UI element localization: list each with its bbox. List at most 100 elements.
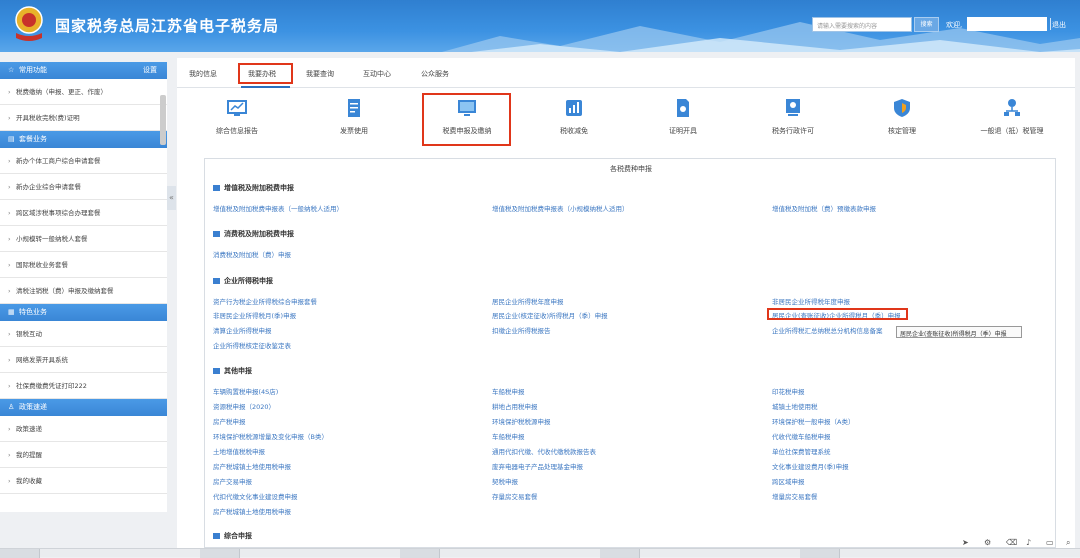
collapse-sidebar-button[interactable]: « [167, 186, 176, 210]
sidebar-item[interactable]: › 开具税收完税(费)证明 [0, 105, 167, 131]
sidebar-item[interactable]: › 网络发票开具系统 [0, 347, 167, 373]
sidebar-item[interactable]: › 新办企业综合申请套餐 [0, 174, 167, 200]
filing-link[interactable]: 非居民企业所得税月(季)申报 [213, 310, 296, 320]
filing-link[interactable]: 单位社保费管理系统 [772, 446, 831, 456]
speaker-icon[interactable]: ♪ [1026, 538, 1031, 547]
section-label: 综合申报 [224, 532, 252, 540]
sidebar-item[interactable]: › 小规模转一般纳税人套餐 [0, 226, 167, 252]
sidebar-header-bundle[interactable]: ▤ 套餐业务 [0, 131, 167, 148]
filing-link[interactable]: 环境保护税税源申报 [492, 416, 551, 426]
filing-link[interactable]: 契税申报 [492, 476, 518, 486]
highlight-box [422, 93, 511, 146]
sidebar-header-special[interactable]: ▦ 特色业务 [0, 304, 167, 321]
tile-assessment[interactable]: 核定管理 [857, 98, 947, 136]
bullet-icon: › [8, 235, 11, 243]
sidebar-item-label: 开具税收完税(费)证明 [16, 114, 80, 122]
filing-link[interactable]: 耕地占用税申报 [492, 401, 538, 411]
bullet-icon: › [8, 477, 11, 485]
filing-link[interactable]: 环境保护税税源增量及变化申报（B类） [213, 431, 328, 441]
filing-link[interactable]: 房产税申报 [213, 416, 246, 426]
filing-link[interactable]: 废弃电器电子产品处理基金申报 [492, 461, 583, 471]
search-button[interactable]: 搜索 [914, 17, 939, 32]
tile-refund[interactable]: 一般退（抵）税管理 [967, 98, 1057, 136]
username-display [967, 17, 1047, 31]
filing-link[interactable]: 存量房交易套餐 [492, 491, 538, 501]
filing-link[interactable]: 车船税申报 [492, 431, 525, 441]
tab-query[interactable]: 我要查询 [306, 69, 334, 79]
filing-link[interactable]: 增值税及附加税费申报表（小规模纳税人适用） [492, 203, 629, 213]
sidebar-item[interactable]: › 税费缴纳（申报、更正、作废） [0, 79, 167, 105]
sidebar-item[interactable]: › 社保费缴费凭证打印222 [0, 373, 167, 399]
sidebar-item[interactable]: › 清税注销税（费）申报及缴纳套餐 [0, 278, 167, 304]
tile-admin-license[interactable]: 税务行政许可 [748, 98, 838, 136]
filing-link[interactable]: 消费税及附加税（费）申报 [213, 249, 291, 259]
section-title: 其他申报 [213, 366, 252, 376]
sidebar-item[interactable]: › 跨区域涉税事项综合办理套餐 [0, 200, 167, 226]
function-tiles: 综合信息报告 发票使用 税费申报及缴纳 税收减免 证明开具 税务行政许可 核定管… [177, 88, 1075, 158]
filing-link[interactable]: 城镇土地使用税 [772, 401, 818, 411]
sidebar-item-label: 国际税收业务套餐 [16, 261, 68, 269]
filing-link[interactable]: 车辆购置税申报(4S店) [213, 386, 278, 396]
filing-link[interactable]: 代扣代缴文化事业建设费申报 [213, 491, 298, 501]
sidebar-item-label: 税费缴纳（申报、更正、作废） [16, 88, 107, 96]
settings-link[interactable]: 设置 [143, 62, 157, 79]
tax-filing-panel: 各税费种申报 增值税及附加税费申报 增值税及附加税费申报表（一般纳税人适用） 增… [204, 158, 1056, 548]
filing-link[interactable]: 清算企业所得税申报 [213, 325, 272, 335]
trash-icon[interactable]: ⌫ [1006, 538, 1017, 547]
invoice-icon [348, 99, 360, 117]
filing-link[interactable]: 非居民企业所得税年度申报 [772, 296, 850, 306]
bullet-icon: › [8, 356, 11, 364]
tab-public-service[interactable]: 公众服务 [421, 69, 449, 79]
site-title: 国家税务总局江苏省电子税务局 [55, 17, 280, 35]
sidebar-item[interactable]: › 国际税收业务套餐 [0, 252, 167, 278]
filing-link[interactable]: 车船税申报 [492, 386, 525, 396]
sidebar-scrollbar[interactable] [160, 95, 166, 145]
sidebar-item[interactable]: › 我的收藏 [0, 468, 167, 494]
filing-link[interactable]: 房产交易申报 [213, 476, 252, 486]
tile-tax-relief[interactable]: 税收减免 [529, 98, 619, 136]
tile-info-report[interactable]: 综合信息报告 [192, 98, 282, 136]
tile-certificate[interactable]: 证明开具 [638, 98, 728, 136]
filing-link[interactable]: 土地增值税税申报 [213, 446, 265, 456]
panel-title: 各税费种申报 [610, 165, 652, 173]
filing-link[interactable]: 增值税及附加税（费）预缴表款申报 [772, 203, 876, 213]
top-header: 国家税务总局江苏省电子税务局 请输入需要搜索的内容 搜索 欢迎, 退出 [0, 0, 1080, 52]
filing-link[interactable]: 跨区域申报 [772, 476, 805, 486]
sidebar-header-common[interactable]: ☆ 常用功能 设置 [0, 62, 167, 79]
bullet-icon: › [8, 88, 11, 96]
settings-icon[interactable]: ⚙ [984, 538, 991, 547]
filing-link[interactable]: 资产行为税企业所得税综合申报套餐 [213, 296, 317, 306]
search-input[interactable]: 请输入需要搜索的内容 [812, 17, 912, 32]
filing-link[interactable]: 代收代缴车船税申报 [772, 431, 831, 441]
filing-link[interactable]: 环境保护税一般申报（A类） [772, 416, 854, 426]
search-icon[interactable]: ⌕ [1066, 538, 1070, 548]
logout-button[interactable]: 退出 [1052, 20, 1066, 30]
filing-link[interactable]: 居民企业(核定征收)所得税月（季）申报 [492, 310, 608, 320]
grid-icon: ▦ [8, 308, 15, 316]
filing-link[interactable]: 印花税申报 [772, 386, 805, 396]
sidebar-item[interactable]: › 政策速递 [0, 416, 167, 442]
filing-link[interactable]: 房产税城镇土地使用税申报 [213, 506, 291, 516]
filing-link[interactable]: 资源税申报（2020） [213, 401, 275, 411]
filing-link[interactable]: 房产税城镇土地使用税申报 [213, 461, 291, 471]
filing-link[interactable]: 扣缴企业所得税报告 [492, 325, 551, 335]
window-icon[interactable]: ▭ [1046, 538, 1054, 547]
filing-link[interactable]: 企业所得税汇总纳税总分机构信息备案 [772, 325, 883, 335]
sidebar-item-label: 新办企业综合申请套餐 [16, 183, 81, 191]
filing-link[interactable]: 文化事业建设费月(季)申报 [772, 461, 849, 471]
tab-my-info[interactable]: 我的信息 [189, 69, 217, 79]
filing-link[interactable]: 增量房交易套餐 [772, 491, 818, 501]
sidebar-item-label: 银税互动 [16, 330, 42, 338]
filing-link[interactable]: 居民企业所得税年度申报 [492, 296, 564, 306]
send-icon[interactable]: ➤ [962, 538, 969, 547]
filing-link[interactable]: 通用代扣代缴、代收代缴税款报告表 [492, 446, 596, 456]
sidebar-item[interactable]: › 银税互动 [0, 321, 167, 347]
sidebar-item[interactable]: › 我的提醒 [0, 442, 167, 468]
sidebar-item-label: 跨区域涉税事项综合办理套餐 [16, 209, 101, 217]
filing-link[interactable]: 企业所得税核定征收鉴定表 [213, 340, 291, 350]
sidebar-item[interactable]: › 新办个体工商户综合申请套餐 [0, 148, 167, 174]
tab-interaction[interactable]: 互动中心 [363, 69, 391, 79]
sidebar-header-policy[interactable]: ♙ 政策速递 [0, 399, 167, 416]
filing-link[interactable]: 增值税及附加税费申报表（一般纳税人适用） [213, 203, 343, 213]
tile-invoice[interactable]: 发票使用 [309, 98, 399, 136]
